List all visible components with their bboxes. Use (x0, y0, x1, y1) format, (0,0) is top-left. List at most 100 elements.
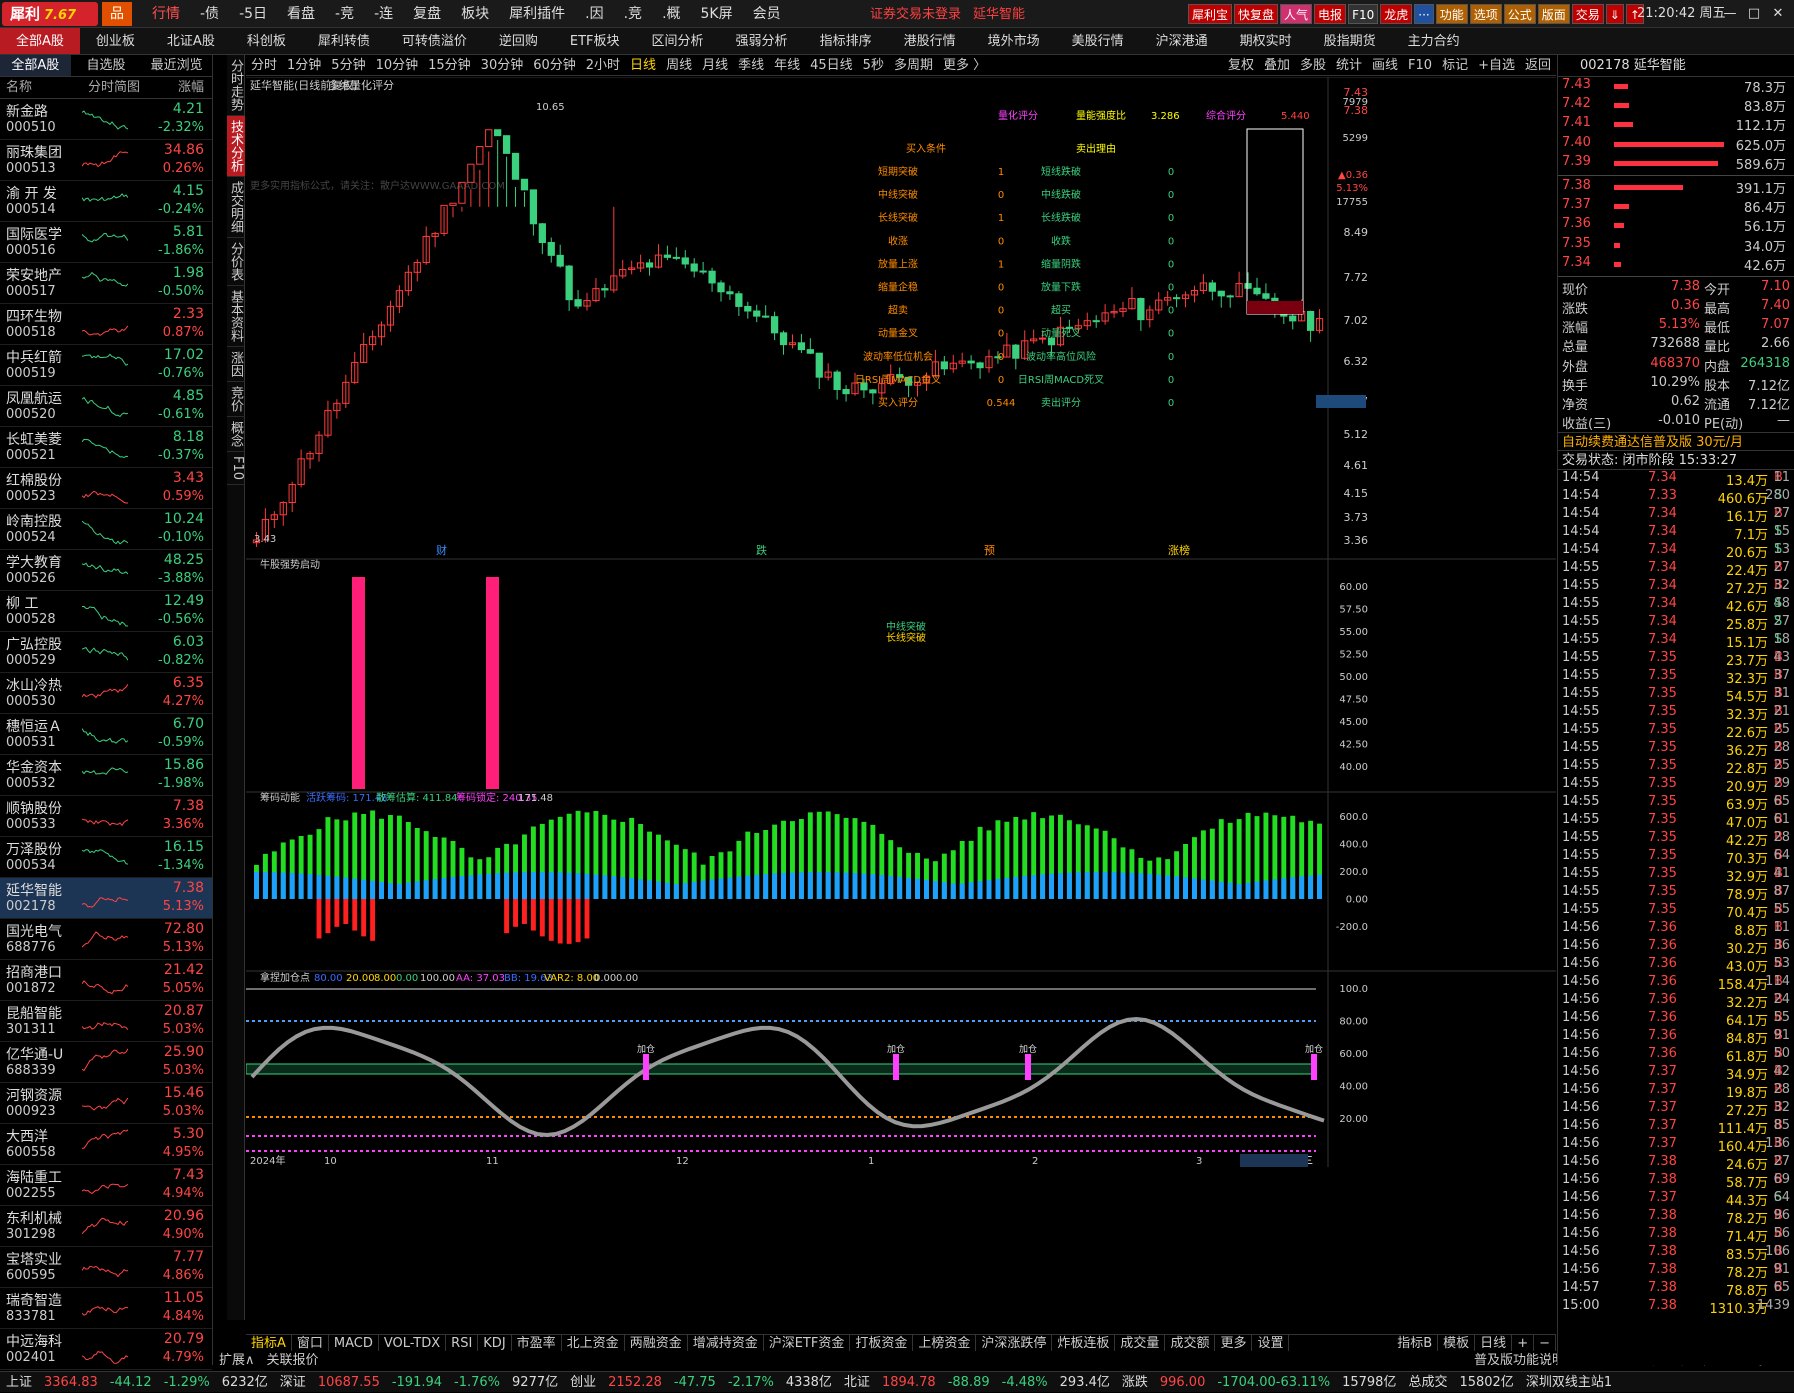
period-item[interactable]: 年线 (769, 55, 805, 75)
window-button[interactable]: — (1718, 0, 1742, 28)
menu-item[interactable]: 犀利插件 (499, 0, 575, 28)
menu-item[interactable]: -竞 (325, 0, 364, 28)
sector-tab[interactable]: 美股行情 (1056, 28, 1140, 54)
indicator-tab[interactable]: 打板资金 (850, 1335, 914, 1351)
indicator-tab[interactable]: 炸板连板 (1052, 1335, 1116, 1351)
stock-list-tab[interactable]: 全部A股 (0, 55, 71, 76)
vertical-tab[interactable]: 竞价 (227, 382, 245, 417)
period-item[interactable]: 更多 〉 (938, 55, 991, 75)
indicator-tab[interactable]: 市盈率 (512, 1335, 562, 1351)
menu-item[interactable]: -连 (364, 0, 403, 28)
stock-row[interactable]: 丽珠集团 000513 34.86 0.26% (0, 140, 212, 181)
top-button[interactable]: 选项 (1469, 4, 1502, 24)
stock-list-tab[interactable]: 自选股 (71, 55, 142, 76)
stock-row[interactable]: 宝塔实业 600595 7.77 4.86% (0, 1247, 212, 1288)
sector-tab[interactable]: 强弱分析 (720, 28, 804, 54)
top-button[interactable]: 功能 (1435, 4, 1468, 24)
indicator-tab[interactable]: 成交量 (1115, 1335, 1166, 1351)
sector-tab[interactable]: 港股行情 (888, 28, 972, 54)
stock-row[interactable]: 岭南控股 000524 10.24 -0.10% (0, 509, 212, 550)
stock-row[interactable]: 中远海科 002401 20.79 4.79% (0, 1329, 212, 1370)
aux-tab[interactable]: 扩展∧ (213, 1352, 261, 1370)
menu-item[interactable]: 5K屏 (691, 0, 743, 28)
sector-tab[interactable]: 全部A股 (0, 28, 80, 54)
stock-row[interactable]: 大西洋 600558 5.30 4.95% (0, 1124, 212, 1165)
chart-tool[interactable]: +自选 (1473, 55, 1520, 76)
vertical-tab[interactable]: 分时走势 (227, 55, 245, 116)
period-item[interactable]: 季线 (733, 55, 769, 75)
indicator-tab[interactable]: RSI (446, 1335, 479, 1351)
stock-row[interactable]: 华金资本 000532 15.86 -1.98% (0, 755, 212, 796)
top-button[interactable]: 版面 (1537, 4, 1570, 24)
stock-row[interactable]: 亿华通-U 688339 25.90 5.03% (0, 1042, 212, 1083)
indicator-tab[interactable]: 沪深涨跌停 (976, 1335, 1053, 1351)
stock-row[interactable]: 国际医学 000516 5.81 -1.86% (0, 222, 212, 263)
chart-tool[interactable]: 叠加 (1259, 55, 1295, 76)
stock-row[interactable]: 招商港口 001872 21.42 5.05% (0, 960, 212, 1001)
kline-svg[interactable]: 延华智能(日线前复权)多维量化评分更多实用指标公式，请关注：散户达WWW.GAA… (246, 77, 1556, 1334)
period-item[interactable]: 5秒 (858, 55, 889, 75)
indicator-right-tab[interactable]: 日线 (1475, 1335, 1513, 1351)
sector-tab[interactable]: 境外市场 (972, 28, 1056, 54)
menu-item[interactable]: -债 (190, 0, 229, 28)
indicator-right-tab[interactable]: 模板 (1438, 1335, 1476, 1351)
vertical-tab[interactable]: 涨因 (227, 347, 245, 382)
period-item[interactable]: 日线 (625, 55, 661, 75)
stock-row[interactable]: 广弘控股 000529 6.03 -0.82% (0, 632, 212, 673)
stock-row[interactable]: 四环生物 000518 2.33 0.87% (0, 304, 212, 345)
sector-tab[interactable]: 主力合约 (1392, 28, 1476, 54)
indicator-tab[interactable]: 更多 (1215, 1335, 1253, 1351)
stock-row[interactable]: 柳 工 000528 12.49 -0.56% (0, 591, 212, 632)
top-button[interactable]: 交易 (1571, 4, 1604, 24)
stock-row[interactable]: 红棉股份 000523 3.43 0.59% (0, 468, 212, 509)
indicator-tab[interactable]: 设置 (1252, 1335, 1290, 1351)
col-change[interactable]: 涨幅 (152, 77, 212, 98)
login-notice[interactable]: 证券交易未登录 延华智能 (870, 0, 1025, 30)
indicator-right-tab[interactable]: 指标B (1392, 1335, 1439, 1351)
menu-item[interactable]: 板块 (451, 0, 499, 28)
aux-right-tab[interactable]: 普及版功能说明 (1468, 1352, 1571, 1370)
top-button[interactable]: 犀利宝 (1188, 4, 1233, 24)
indicator-tab[interactable]: 窗口 (292, 1335, 329, 1351)
stock-row[interactable]: 河钢资源 000923 15.46 5.03% (0, 1083, 212, 1124)
indicator-tab[interactable]: 北上资金 (562, 1335, 625, 1351)
window-button[interactable]: ✕ (1766, 0, 1790, 28)
stock-list-tab[interactable]: 最近浏览 (141, 55, 212, 76)
indicator-tab[interactable]: 上榜资金 (913, 1335, 977, 1351)
stock-row[interactable]: 学大教育 000526 48.25 -3.88% (0, 550, 212, 591)
menu-item[interactable]: 会员 (743, 0, 791, 28)
vertical-tab[interactable]: 技术分析 (227, 116, 245, 177)
chart-tool[interactable]: 返回 (1520, 55, 1556, 76)
menu-item[interactable]: .因 (575, 0, 613, 28)
sector-tab[interactable]: 股指期货 (1308, 28, 1392, 54)
sector-tab[interactable]: 区间分析 (636, 28, 720, 54)
period-item[interactable]: 5分钟 (326, 55, 370, 75)
stock-row[interactable]: 万泽股份 000534 16.15 -1.34% (0, 837, 212, 878)
chart-tool[interactable]: 标记 (1437, 55, 1473, 76)
stock-row[interactable]: 海陆重工 002255 7.43 4.94% (0, 1165, 212, 1206)
stock-row[interactable]: 冰山冷热 000530 6.35 4.27% (0, 673, 212, 714)
period-item[interactable]: 周线 (661, 55, 697, 75)
sector-tab[interactable]: 北证A股 (151, 28, 231, 54)
stock-row[interactable]: 延华智能 002178 7.38 5.13% (0, 878, 212, 919)
period-item[interactable]: 多周期 (889, 55, 938, 75)
menu-item[interactable]: .概 (652, 0, 690, 28)
indicator-tab[interactable]: MACD (329, 1335, 379, 1351)
period-item[interactable]: 月线 (697, 55, 733, 75)
vertical-tab[interactable]: 分价表 (227, 238, 245, 286)
top-button[interactable]: ⇓ (1605, 4, 1624, 24)
col-sparkline[interactable]: 分时简图 (76, 77, 152, 98)
period-item[interactable]: 60分钟 (528, 55, 581, 75)
window-button[interactable]: □ (1742, 0, 1766, 28)
chart-tool[interactable]: 统计 (1331, 55, 1367, 76)
sector-tab[interactable]: 创业板 (80, 28, 151, 54)
menu-item[interactable]: 看盘 (277, 0, 325, 28)
chart-tool[interactable]: 多股 (1295, 55, 1331, 76)
sector-tab[interactable]: 期权实时 (1224, 28, 1308, 54)
top-button[interactable]: ··· (1414, 4, 1434, 24)
home-icon[interactable]: 品 (102, 2, 132, 26)
indicator-tab[interactable]: 两融资金 (625, 1335, 688, 1351)
menu-item[interactable]: -5日 (229, 0, 277, 28)
period-item[interactable]: 2小时 (581, 55, 625, 75)
stock-row[interactable]: 穗恒运Ａ 000531 6.70 -0.59% (0, 714, 212, 755)
